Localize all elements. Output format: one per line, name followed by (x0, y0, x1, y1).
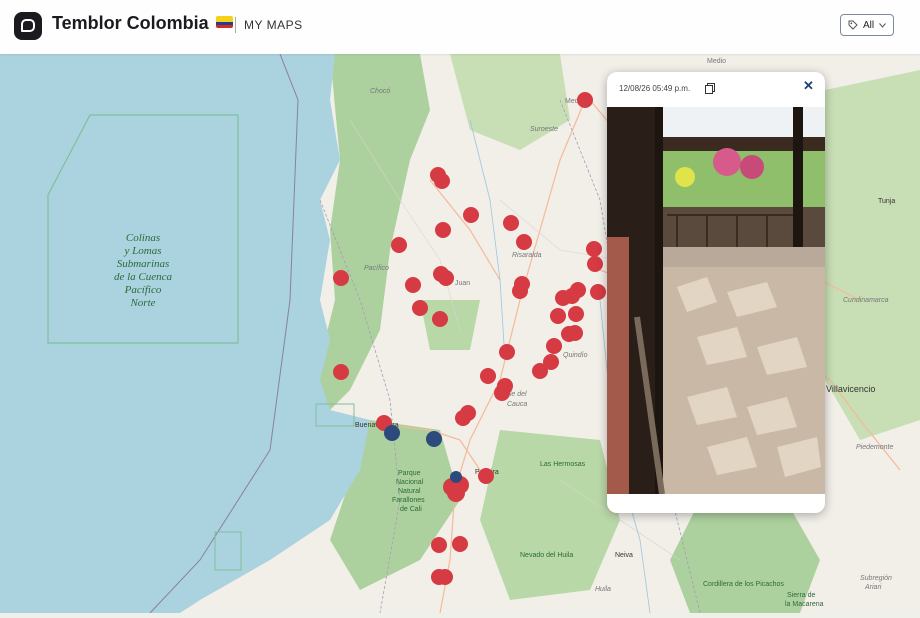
svg-text:Norte: Norte (129, 297, 155, 309)
app-title: Temblor Colombia (52, 13, 233, 34)
svg-text:Ariari: Ariari (864, 584, 882, 591)
svg-text:de la Cuenca: de la Cuenca (114, 271, 173, 283)
svg-text:Pacífico: Pacífico (364, 265, 389, 272)
red-marker[interactable] (512, 283, 528, 299)
chevron-down-icon (879, 22, 886, 28)
app-logo-icon[interactable] (14, 12, 42, 40)
blue-marker[interactable] (450, 471, 462, 483)
svg-text:Farallones: Farallones (392, 497, 425, 504)
blue-marker[interactable] (384, 425, 400, 441)
svg-text:Juan: Juan (455, 280, 470, 287)
svg-text:Risaralda: Risaralda (512, 252, 542, 259)
red-marker[interactable] (503, 215, 519, 231)
my-maps-link[interactable]: MY MAPS (244, 18, 303, 32)
svg-text:Cundinamarca: Cundinamarca (843, 297, 889, 304)
red-marker[interactable] (391, 237, 407, 253)
red-marker[interactable] (412, 300, 428, 316)
red-marker[interactable] (586, 241, 602, 257)
red-marker[interactable] (432, 311, 448, 327)
svg-text:Neiva: Neiva (615, 552, 633, 559)
red-marker[interactable] (478, 468, 494, 484)
red-marker[interactable] (568, 306, 584, 322)
svg-text:Piedemonte: Piedemonte (856, 444, 893, 451)
red-marker[interactable] (431, 537, 447, 553)
svg-text:Cordillera de los Picachos: Cordillera de los Picachos (703, 581, 784, 588)
red-marker[interactable] (532, 363, 548, 379)
svg-text:Natural: Natural (398, 488, 421, 495)
svg-text:la Macarena: la Macarena (785, 601, 824, 608)
svg-text:y Lomas: y Lomas (124, 245, 162, 257)
header-divider (235, 17, 236, 33)
colombia-flag-icon (215, 16, 233, 28)
red-marker[interactable] (447, 484, 465, 502)
svg-text:Nacional: Nacional (396, 479, 424, 486)
red-marker[interactable] (435, 222, 451, 238)
red-marker[interactable] (577, 92, 593, 108)
red-marker[interactable] (480, 368, 496, 384)
red-marker[interactable] (438, 270, 454, 286)
red-marker[interactable] (405, 277, 421, 293)
red-marker[interactable] (499, 344, 515, 360)
svg-text:Sierra de: Sierra de (787, 592, 816, 599)
red-marker[interactable] (333, 270, 349, 286)
red-marker[interactable] (590, 284, 606, 300)
blue-marker[interactable] (426, 431, 442, 447)
svg-text:Cauca: Cauca (507, 401, 527, 408)
svg-text:Las Hermosas: Las Hermosas (540, 461, 586, 468)
red-marker[interactable] (463, 207, 479, 223)
svg-text:Subregión: Subregión (860, 575, 892, 582)
copy-icon[interactable] (705, 83, 715, 94)
svg-text:Suroeste: Suroeste (530, 126, 558, 133)
app-title-text: Temblor Colombia (52, 13, 209, 33)
filter-label: All (862, 19, 875, 31)
svg-text:Nevado del Huila: Nevado del Huila (520, 552, 573, 559)
svg-text:Parque: Parque (398, 470, 421, 477)
red-marker[interactable] (516, 234, 532, 250)
red-marker[interactable] (437, 569, 453, 585)
report-timestamp: 12/08/26 05:49 p.m. (619, 84, 691, 93)
red-marker[interactable] (455, 410, 471, 426)
close-icon[interactable]: ✕ (803, 78, 814, 94)
red-marker[interactable] (452, 536, 468, 552)
report-popup: 12/08/26 05:49 p.m. ✕ (607, 72, 825, 513)
filter-dropdown[interactable]: All (840, 14, 894, 36)
svg-text:Huila: Huila (595, 586, 611, 593)
red-marker[interactable] (550, 308, 566, 324)
tag-icon (848, 20, 858, 30)
svg-text:de Cali: de Cali (400, 506, 422, 513)
svg-text:Tunja: Tunja (878, 198, 895, 205)
svg-text:Submarinas: Submarinas (117, 258, 170, 270)
red-marker[interactable] (587, 256, 603, 272)
svg-text:Pacífico: Pacífico (124, 284, 162, 296)
red-marker[interactable] (333, 364, 349, 380)
svg-text:Medio: Medio (707, 58, 726, 65)
red-marker[interactable] (564, 288, 580, 304)
report-photo[interactable] (607, 107, 825, 494)
red-marker[interactable] (434, 173, 450, 189)
app-header: Temblor Colombia MY MAPS All (0, 0, 920, 54)
pacific-ocean (0, 54, 370, 613)
svg-text:Colinas: Colinas (126, 232, 160, 244)
svg-text:Villavicencio: Villavicencio (826, 384, 875, 394)
red-marker[interactable] (494, 385, 510, 401)
red-marker[interactable] (567, 325, 583, 341)
svg-text:Quindío: Quindío (563, 352, 588, 359)
forest-patch (420, 300, 480, 350)
svg-text:Chocó: Chocó (370, 88, 390, 95)
red-marker[interactable] (546, 338, 562, 354)
